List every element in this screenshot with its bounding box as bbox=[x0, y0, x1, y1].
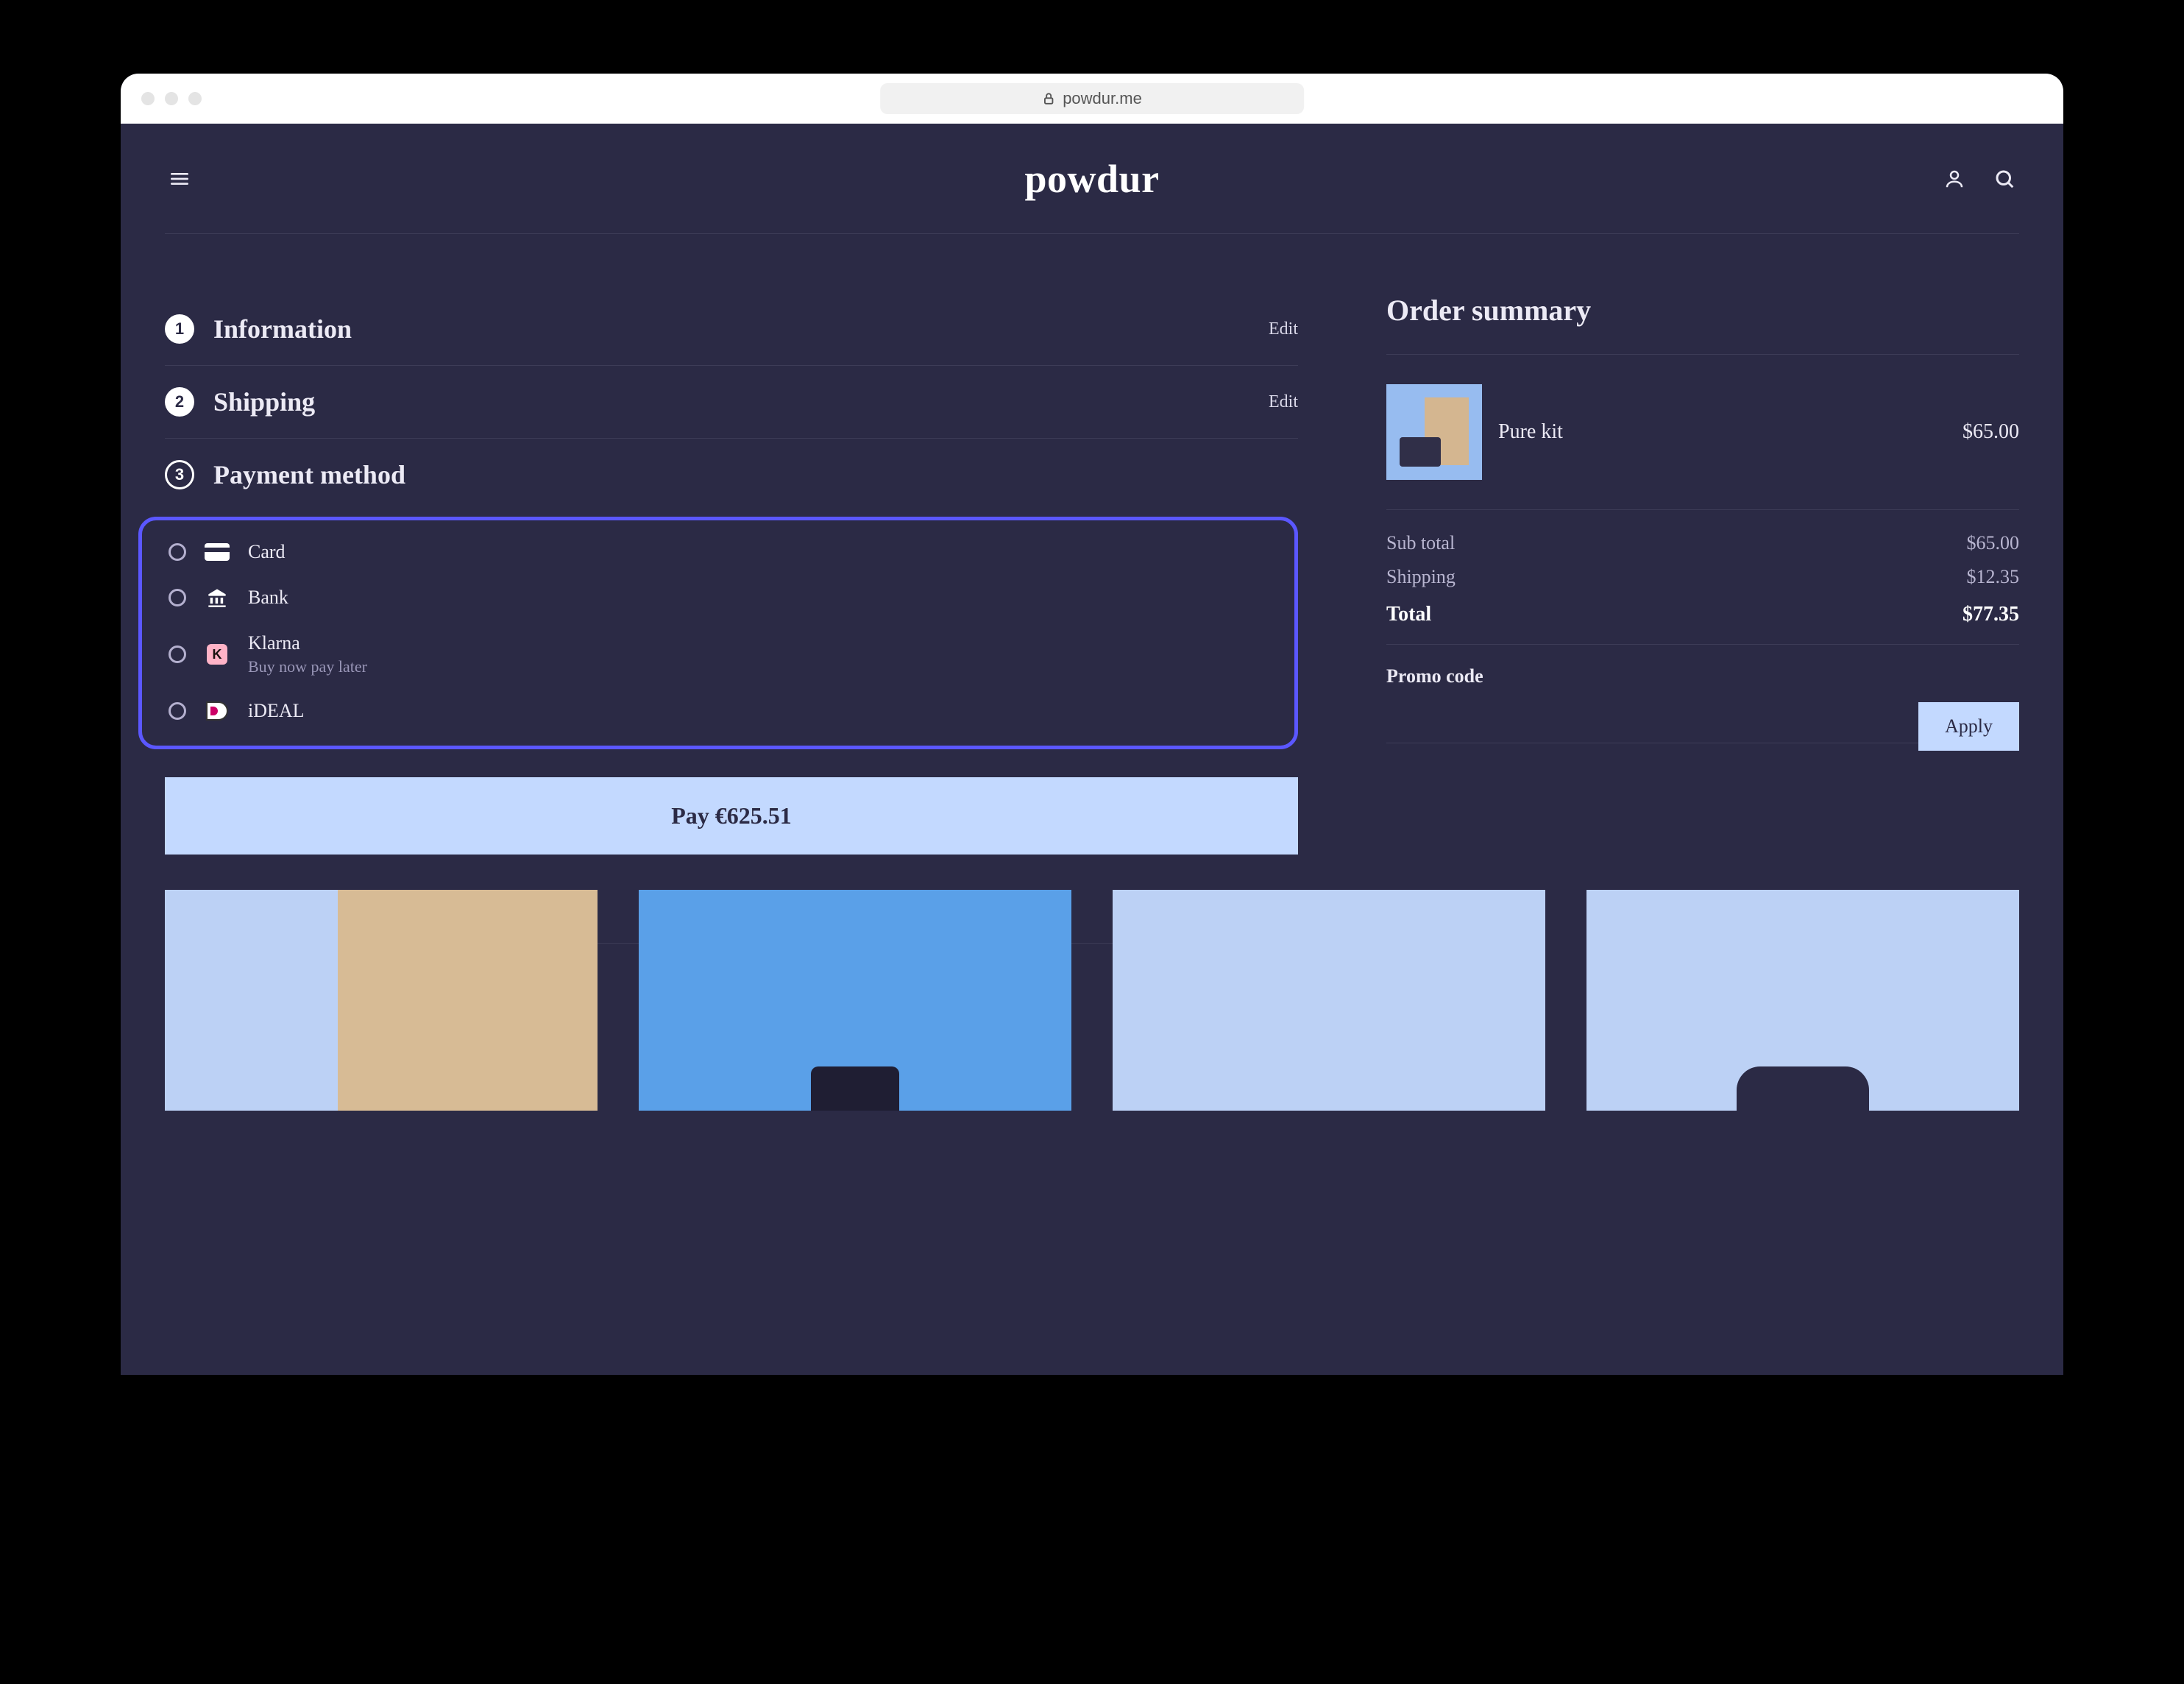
payment-option-label: Bank bbox=[248, 587, 288, 609]
promo-code-label: Promo code bbox=[1386, 665, 2019, 687]
payment-option-klarna[interactable]: K Klarna Buy now pay later bbox=[169, 632, 1268, 676]
window-controls bbox=[141, 92, 202, 105]
radio-unchecked-icon bbox=[169, 543, 186, 561]
label: Sub total bbox=[1386, 532, 1455, 554]
product-card[interactable] bbox=[639, 890, 1071, 1111]
lock-icon bbox=[1042, 92, 1055, 105]
product-card[interactable] bbox=[1113, 890, 1545, 1111]
user-icon bbox=[1943, 168, 1965, 190]
payment-option-ideal[interactable]: iDEAL bbox=[169, 700, 1268, 722]
cart-item-name: Pure kit bbox=[1498, 420, 1946, 444]
payment-option-label: iDEAL bbox=[248, 700, 305, 722]
topbar: powdur bbox=[165, 124, 2019, 234]
edit-information-button[interactable]: Edit bbox=[1269, 319, 1298, 339]
step-payment: 3 Payment method bbox=[165, 439, 1298, 511]
step-shipping: 2 Shipping Edit bbox=[165, 366, 1298, 439]
card-icon bbox=[204, 542, 230, 562]
browser-window: powdur.me powdur bbox=[121, 74, 2063, 1375]
step-number: 3 bbox=[165, 460, 194, 489]
step-number: 2 bbox=[165, 387, 194, 417]
menu-button[interactable] bbox=[165, 164, 194, 194]
product-card[interactable] bbox=[165, 890, 598, 1111]
summary-shipping: Shipping $12.35 bbox=[1386, 566, 2019, 588]
payment-method-selector: Card Bank K bbox=[138, 517, 1298, 749]
browser-chrome: powdur.me bbox=[121, 74, 2063, 124]
search-button[interactable] bbox=[1990, 164, 2019, 194]
maximize-dot[interactable] bbox=[188, 92, 202, 105]
payment-option-label: Card bbox=[248, 541, 286, 563]
step-title: Payment method bbox=[213, 459, 405, 490]
payment-option-bank[interactable]: Bank bbox=[169, 587, 1268, 609]
search-icon bbox=[1993, 168, 2015, 190]
close-dot[interactable] bbox=[141, 92, 155, 105]
step-title: Shipping bbox=[213, 386, 315, 417]
promo-code-input[interactable] bbox=[1386, 702, 1918, 743]
address-domain: powdur.me bbox=[1063, 89, 1142, 108]
radio-unchecked-icon bbox=[169, 589, 186, 606]
brand-logo[interactable]: powdur bbox=[1024, 156, 1159, 202]
ideal-icon bbox=[204, 701, 230, 721]
app: powdur 1 Information bbox=[121, 124, 2063, 1375]
summary-subtotal: Sub total $65.00 bbox=[1386, 532, 2019, 554]
step-information: 1 Information Edit bbox=[165, 293, 1298, 366]
step-number: 1 bbox=[165, 314, 194, 344]
cart-item: Pure kit $65.00 bbox=[1386, 355, 2019, 509]
summary-total: Total $77.35 bbox=[1386, 603, 2019, 626]
label: Total bbox=[1386, 603, 1431, 626]
pay-button[interactable]: Pay €625.51 bbox=[165, 777, 1298, 855]
klarna-icon: K bbox=[204, 645, 230, 664]
payment-option-label: Klarna bbox=[248, 632, 367, 654]
value: $65.00 bbox=[1967, 532, 2020, 554]
bank-icon bbox=[204, 588, 230, 607]
value: $12.35 bbox=[1967, 566, 2020, 588]
step-title: Information bbox=[213, 314, 352, 344]
minimize-dot[interactable] bbox=[165, 92, 178, 105]
hamburger-icon bbox=[168, 167, 191, 191]
label: Shipping bbox=[1386, 566, 1456, 588]
apply-promo-button[interactable]: Apply bbox=[1918, 702, 2019, 751]
order-summary-title: Order summary bbox=[1386, 293, 2019, 328]
radio-unchecked-icon bbox=[169, 702, 186, 720]
payment-option-sublabel: Buy now pay later bbox=[248, 657, 367, 676]
product-card[interactable] bbox=[1586, 890, 2019, 1111]
address-bar[interactable]: powdur.me bbox=[880, 83, 1304, 114]
radio-unchecked-icon bbox=[169, 645, 186, 663]
product-thumbnail bbox=[1386, 384, 1482, 480]
payment-option-card[interactable]: Card bbox=[169, 541, 1268, 563]
account-button[interactable] bbox=[1940, 164, 1969, 194]
cart-item-price: $65.00 bbox=[1963, 420, 2019, 444]
value: $77.35 bbox=[1963, 603, 2019, 626]
edit-shipping-button[interactable]: Edit bbox=[1269, 392, 1298, 412]
